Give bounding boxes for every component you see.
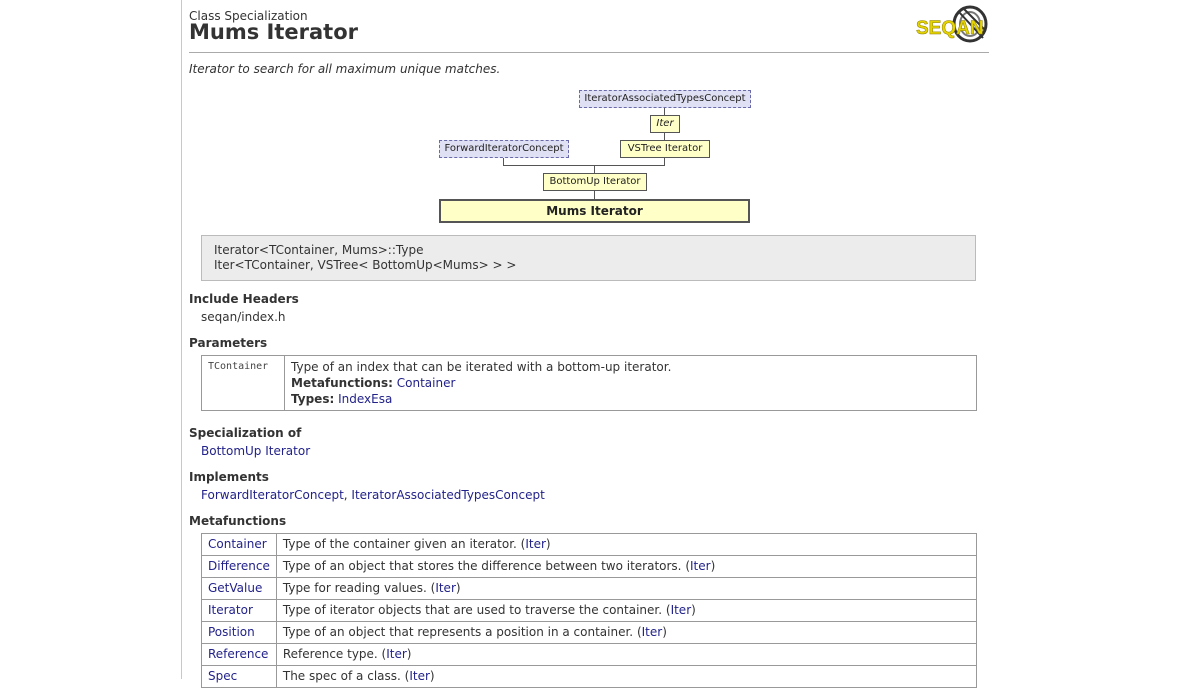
metafunction-link-position[interactable]: Position	[208, 625, 255, 639]
iter-link[interactable]: Iter	[409, 669, 430, 683]
param-metafunctions: Metafunctions: Container	[291, 375, 970, 391]
param-types-label: Types:	[291, 392, 335, 406]
table-row: Position Type of an object that represen…	[201, 621, 978, 644]
metafunction-desc: Type of an object that represents a posi…	[282, 625, 642, 639]
paren-close: )	[710, 559, 716, 573]
iter-link[interactable]: Iter	[642, 625, 663, 639]
metafunction-link-reference[interactable]: Reference	[208, 647, 268, 661]
table-row: Reference Reference type. (Iter)	[201, 643, 978, 666]
edge	[664, 107, 665, 115]
param-metafunctions-link[interactable]: Container	[397, 376, 456, 390]
param-types: Types: IndexEsa	[291, 391, 970, 407]
edge	[594, 165, 595, 173]
metafunction-link-getvalue[interactable]: GetValue	[208, 581, 262, 595]
param-metafunctions-label: Metafunctions:	[291, 376, 393, 390]
iter-link[interactable]: Iter	[386, 647, 407, 661]
paren-close: )	[455, 581, 461, 595]
param-description-cell: Type of an index that can be iterated wi…	[284, 355, 977, 411]
metafunction-desc: Type of an object that stores the differ…	[282, 559, 690, 573]
metafunction-desc: Type for reading values. (	[282, 581, 436, 595]
metafunction-link-container[interactable]: Container	[208, 537, 267, 551]
metafunctions-heading: Metafunctions	[189, 514, 287, 528]
metafunction-link-spec[interactable]: Spec	[208, 669, 237, 683]
signature-box: Iterator<TContainer, Mums>::Type Iter<TC…	[201, 235, 976, 281]
implements-link-iterator-associated-types-concept[interactable]: IteratorAssociatedTypesConcept	[351, 488, 544, 502]
paren-close: )	[662, 625, 667, 639]
edge	[594, 190, 595, 199]
include-headers-heading: Include Headers	[189, 292, 299, 306]
metafunction-desc: Type of iterator objects that are used t…	[282, 603, 671, 617]
implements-link-forward-iterator-concept[interactable]: ForwardIteratorConcept	[201, 488, 344, 502]
metafunction-link-iterator[interactable]: Iterator	[208, 603, 253, 617]
table-row: Iterator Type of iterator objects that a…	[201, 599, 978, 622]
implements-list: ForwardIteratorConcept, IteratorAssociat…	[201, 488, 545, 502]
iter-link[interactable]: Iter	[671, 603, 692, 617]
inheritance-diagram: IteratorAssociatedTypesConcept Iter Forw…	[189, 0, 989, 230]
iter-link[interactable]: Iter	[435, 581, 456, 595]
paren-close: )	[429, 669, 435, 683]
implements-heading: Implements	[189, 470, 269, 484]
parameters-table: TContainer Type of an index that can be …	[201, 355, 977, 411]
table-row: Difference Type of an object that stores…	[201, 555, 978, 578]
edge	[503, 165, 665, 166]
parameters-heading: Parameters	[189, 336, 268, 350]
node-vstree-iterator[interactable]: VSTree Iterator	[620, 140, 710, 158]
node-mums-iterator: Mums Iterator	[439, 199, 750, 223]
metafunction-desc: The spec of a class. (	[282, 669, 410, 683]
specialization-heading: Specialization of	[189, 426, 302, 440]
table-row: TContainer Type of an index that can be …	[201, 355, 977, 411]
include-header-value: seqan/index.h	[201, 310, 286, 324]
metafunction-desc: Type of the container given an iterator.…	[282, 537, 526, 551]
metafunction-desc: Reference type. (	[282, 647, 387, 661]
table-row: GetValue Type for reading values. (Iter)	[201, 577, 978, 600]
table-row: Container Type of the container given an…	[201, 533, 978, 556]
iter-link[interactable]: Iter	[525, 537, 546, 551]
paren-close: )	[545, 537, 551, 551]
table-row: Spec The spec of a class. (Iter)	[201, 665, 978, 688]
iter-link[interactable]: Iter	[690, 559, 711, 573]
node-iter[interactable]: Iter	[650, 115, 680, 133]
specialization-link[interactable]: BottomUp Iterator	[201, 444, 310, 458]
param-description: Type of an index that can be iterated wi…	[291, 360, 672, 374]
paren-close: )	[691, 603, 696, 617]
signature-line-2: Iter<TContainer, VSTree< BottomUp<Mums> …	[214, 258, 517, 272]
param-types-link[interactable]: IndexEsa	[338, 392, 392, 406]
node-iterator-associated-types-concept[interactable]: IteratorAssociatedTypesConcept	[579, 90, 751, 108]
param-name: TContainer	[201, 355, 285, 411]
paren-close: )	[406, 647, 412, 661]
edge	[664, 132, 665, 140]
signature-line-1: Iterator<TContainer, Mums>::Type	[214, 243, 424, 257]
node-forward-iterator-concept[interactable]: ForwardIteratorConcept	[439, 140, 569, 158]
node-bottomup-iterator[interactable]: BottomUp Iterator	[543, 173, 647, 191]
metafunction-link-difference[interactable]: Difference	[208, 559, 270, 573]
left-border	[181, 0, 182, 679]
metafunctions-table: Container Type of the container given an…	[201, 533, 978, 688]
